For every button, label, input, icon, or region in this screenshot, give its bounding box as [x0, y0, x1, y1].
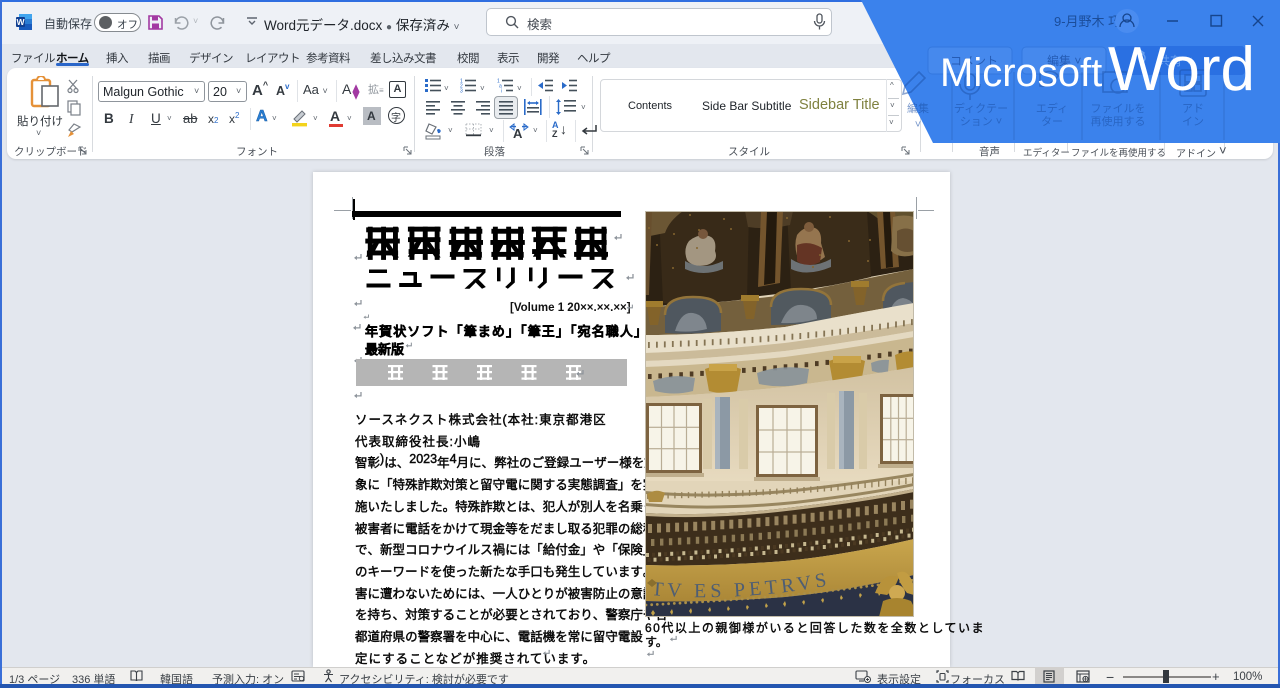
svg-text:Microsoft: Microsoft [940, 51, 1102, 95]
svg-text:ション ˅: ション ˅ [960, 116, 1002, 128]
svg-text:˅: ˅ [915, 119, 921, 131]
svg-text:エディ: エディ [1036, 101, 1068, 115]
svg-text:再使用する: 再使用する [1091, 115, 1146, 128]
svg-text:9-月野木 巧: 9-月野木 巧 [1054, 14, 1121, 29]
svg-text:編集: 編集 [907, 101, 929, 115]
svg-text:ター: ター [1041, 115, 1063, 128]
svg-text:イン: イン [1182, 116, 1204, 128]
svg-text:Word: Word [1108, 35, 1255, 104]
svg-text:アド: アド [1182, 103, 1204, 115]
svg-text:ディクテー: ディクテー [954, 101, 1008, 115]
